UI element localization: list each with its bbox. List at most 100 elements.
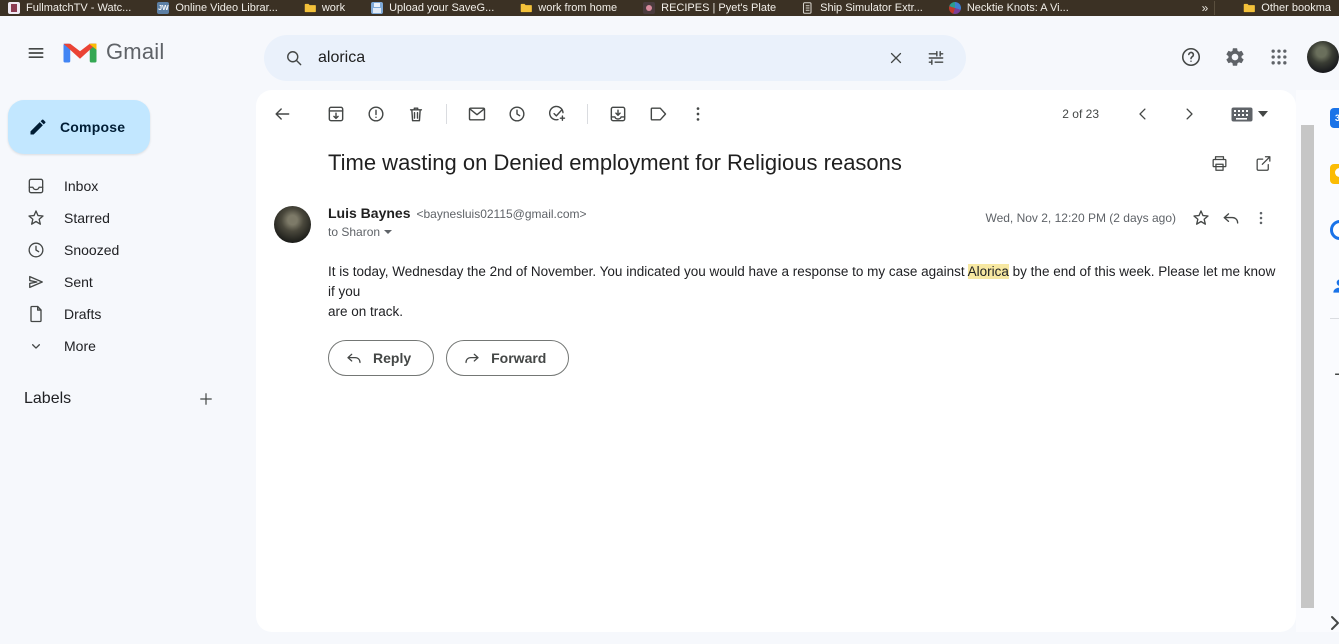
labels-button[interactable]	[638, 94, 678, 134]
clock-icon	[507, 104, 527, 124]
search-bar[interactable]: alorica	[264, 35, 966, 81]
app-body: Compose Inbox Starred Snoozed Sent	[0, 90, 1339, 632]
forward-arrow-icon	[463, 349, 481, 367]
sidebar-item-label: More	[64, 338, 96, 354]
clear-search-button[interactable]	[876, 38, 916, 78]
older-button[interactable]	[1169, 94, 1209, 134]
more-options-button[interactable]	[678, 94, 718, 134]
tasks-icon[interactable]	[1330, 220, 1339, 240]
email-subject: Time wasting on Denied employment for Re…	[328, 148, 902, 178]
add-to-tasks-button[interactable]	[537, 94, 577, 134]
email-date: Wed, Nov 2, 12:20 PM (2 days ago)	[985, 211, 1176, 225]
subject-actions	[1208, 148, 1296, 174]
bookmark-work-folder[interactable]: work	[304, 0, 345, 16]
report-spam-button[interactable]	[356, 94, 396, 134]
bookmark-upload-savegame[interactable]: Upload your SaveG...	[371, 0, 494, 16]
move-to-button[interactable]	[598, 94, 638, 134]
reply-icon-button[interactable]	[1220, 207, 1242, 229]
more-vert-icon	[1252, 209, 1270, 227]
show-side-panel-button[interactable]	[1328, 614, 1339, 632]
star-outline-icon	[1191, 208, 1211, 228]
calendar-icon[interactable]: 31	[1330, 108, 1339, 128]
sidebar-item-starred[interactable]: Starred	[0, 202, 248, 234]
sidebar-item-label: Inbox	[64, 178, 98, 194]
back-button[interactable]	[262, 94, 302, 134]
star-icon	[26, 208, 46, 228]
bookmark-necktie-knots[interactable]: Necktie Knots: A Vi...	[949, 0, 1069, 16]
bookmark-work-from-home[interactable]: work from home	[520, 0, 617, 16]
search-button[interactable]	[274, 38, 314, 78]
print-button[interactable]	[1208, 152, 1230, 174]
bookmark-ship-simulator[interactable]: Ship Simulator Extr...	[802, 0, 923, 16]
send-icon	[26, 272, 46, 292]
sidebar-item-sent[interactable]: Sent	[0, 266, 248, 298]
reply-button[interactable]: Reply	[328, 340, 434, 376]
help-button[interactable]	[1169, 35, 1213, 79]
trash-icon	[406, 104, 426, 124]
sender-name: Luis Baynes	[328, 205, 410, 221]
sidebar-item-inbox[interactable]: Inbox	[0, 170, 248, 202]
bookmarks-bar: FullmatchTV - Watc... JW Online Video Li…	[0, 0, 1339, 16]
bookmarks-overflow-chevron[interactable]: »	[1196, 1, 1216, 15]
sender-avatar[interactable]	[274, 206, 311, 243]
input-tools-button[interactable]	[1231, 107, 1268, 122]
pagination-counter: 2 of 23	[1062, 107, 1099, 121]
gmail-logo[interactable]: Gmail	[62, 38, 164, 66]
search-highlight: Alorica	[968, 264, 1009, 279]
sidebar-item-drafts[interactable]: Drafts	[0, 298, 248, 330]
other-bookmarks[interactable]: Other bookma	[1243, 0, 1331, 16]
bookmark-online-video-library[interactable]: JW Online Video Librar...	[157, 0, 278, 16]
google-apps-button[interactable]	[1257, 35, 1301, 79]
sidebar: Compose Inbox Starred Snoozed Sent	[0, 90, 256, 632]
help-icon	[1180, 46, 1202, 68]
envelope-icon	[467, 104, 487, 124]
search-input[interactable]: alorica	[314, 49, 876, 67]
bookmark-label: FullmatchTV - Watc...	[26, 0, 131, 16]
vertical-scrollbar[interactable]	[1301, 125, 1314, 608]
mark-unread-button[interactable]	[457, 94, 497, 134]
bookmark-fullmatchtv[interactable]: FullmatchTV - Watc...	[8, 0, 131, 16]
apps-grid-icon	[1269, 47, 1289, 67]
sidebar-item-snoozed[interactable]: Snoozed	[0, 234, 248, 266]
message-more-button[interactable]	[1250, 207, 1272, 229]
compose-button[interactable]: Compose	[8, 100, 150, 154]
chevron-down-icon	[26, 336, 46, 356]
bookmark-recipes[interactable]: RECIPES | Pyet's Plate	[643, 0, 776, 16]
newer-button[interactable]	[1123, 94, 1163, 134]
bookmark-label: Upload your SaveG...	[389, 0, 494, 16]
search-options-button[interactable]	[916, 38, 956, 78]
gmail-logo-text: Gmail	[106, 39, 164, 65]
star-message-button[interactable]	[1190, 207, 1212, 229]
delete-button[interactable]	[396, 94, 436, 134]
archive-button[interactable]	[316, 94, 356, 134]
main-menu-button[interactable]	[22, 39, 50, 67]
forward-button[interactable]: Forward	[446, 340, 569, 376]
bookmark-label: Online Video Librar...	[175, 0, 278, 16]
snooze-button[interactable]	[497, 94, 537, 134]
sidebar-item-more[interactable]: More	[0, 330, 248, 362]
body-text: It is today, Wednesday the 2nd of Novemb…	[328, 264, 968, 279]
keep-icon[interactable]	[1330, 164, 1339, 184]
chevron-left-icon	[1134, 105, 1152, 123]
bookmark-label: RECIPES | Pyet's Plate	[661, 0, 776, 16]
get-addons-button[interactable]: +	[1330, 366, 1339, 386]
open-in-new-button[interactable]	[1252, 152, 1274, 174]
contacts-icon[interactable]	[1330, 276, 1339, 296]
chevron-right-icon	[1328, 614, 1339, 632]
folder-icon	[1243, 2, 1255, 14]
sender-row: Luis Baynes <baynesluis02115@gmail.com> …	[256, 205, 1296, 239]
inbox-icon	[26, 176, 46, 196]
create-label-button[interactable]	[190, 383, 222, 415]
move-to-icon	[608, 104, 628, 124]
reply-arrow-icon	[345, 349, 363, 367]
search-icon	[284, 48, 304, 68]
recipient-details-button[interactable]: to Sharon	[328, 225, 587, 239]
bookmark-label: work from home	[538, 0, 617, 16]
settings-button[interactable]	[1213, 35, 1257, 79]
subject-row: Time wasting on Denied employment for Re…	[256, 148, 1296, 178]
tune-icon	[926, 48, 946, 68]
recipient-label: to Sharon	[328, 225, 380, 239]
bookmark-label: work	[322, 0, 345, 16]
profile-avatar[interactable]	[1307, 41, 1339, 73]
keyboard-icon	[1231, 107, 1253, 122]
